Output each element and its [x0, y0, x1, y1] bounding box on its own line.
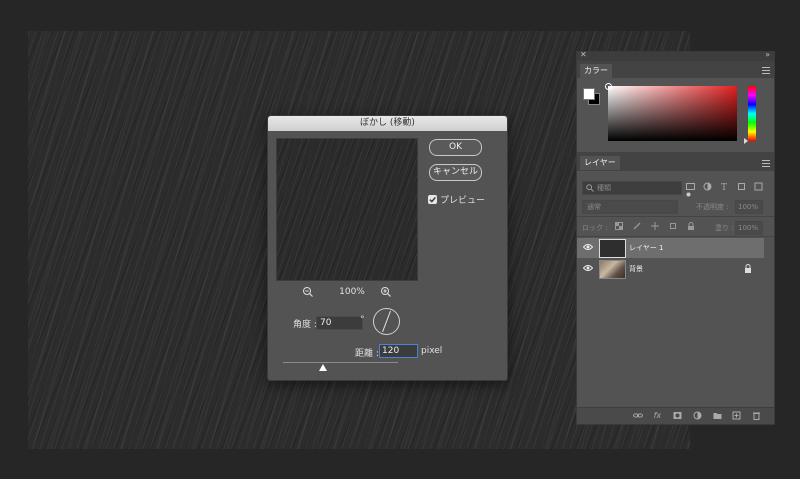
lock-position-icon[interactable]	[650, 222, 659, 230]
lock-artboard-icon[interactable]	[669, 222, 677, 230]
close-icon[interactable]: ✕	[580, 50, 587, 59]
type-filter-icon[interactable]: T	[720, 182, 729, 193]
distance-field[interactable]: 120	[379, 344, 418, 358]
panel-menu-icon[interactable]	[762, 67, 770, 74]
hue-slider[interactable]	[748, 86, 756, 141]
layer-name[interactable]: レイヤー 1	[629, 243, 663, 253]
foreground-swatch[interactable]	[583, 88, 595, 100]
zoom-level: 100%	[339, 287, 365, 297]
folder-icon[interactable]	[713, 411, 722, 420]
cancel-button[interactable]: キャンセル	[429, 164, 482, 181]
link-layers-icon[interactable]	[633, 411, 643, 420]
layer-row[interactable]: レイヤー 1	[577, 238, 764, 258]
blur-preview[interactable]	[276, 138, 418, 281]
angle-dial[interactable]	[373, 308, 400, 335]
distance-slider-track[interactable]	[283, 362, 398, 363]
filter-kind-label: 種類	[597, 184, 611, 192]
tab-layers[interactable]: レイヤー	[580, 156, 620, 170]
panel-dock: ✕ » カラー レイヤー 種類 T 通常 不透明度: 100% ロック: 塗…	[576, 50, 775, 425]
filter-icons: T	[686, 182, 770, 202]
motion-blur-dialog: ぼかし (移動) 100% OK キャンセル プレビュー 角度 : 70 ° 距…	[267, 115, 508, 381]
layer-thumbnail	[599, 260, 626, 279]
blend-mode-select[interactable]: 通常	[582, 200, 678, 214]
angle-label: 角度 :	[293, 320, 317, 330]
new-layer-icon[interactable]	[732, 411, 741, 420]
distance-label: 距離 :	[355, 349, 379, 359]
tab-color[interactable]: カラー	[580, 64, 612, 78]
ok-button[interactable]: OK	[429, 139, 482, 156]
lock-icons	[615, 222, 702, 232]
lock-transparency-icon[interactable]	[615, 222, 623, 230]
adjustment-layer-icon[interactable]	[693, 411, 702, 420]
angle-unit: °	[360, 315, 365, 325]
smart-object-filter-icon[interactable]	[754, 182, 763, 191]
preview-label: プレビュー	[440, 196, 486, 206]
dialog-title: ぼかし (移動)	[268, 116, 507, 131]
blend-row: 通常 不透明度 : 100%	[582, 200, 770, 214]
adjustment-filter-icon[interactable]	[703, 182, 712, 191]
svg-text:T: T	[721, 183, 727, 191]
preview-checkbox[interactable]	[428, 195, 437, 204]
opacity-field[interactable]: 100%	[735, 200, 763, 214]
layer-name[interactable]: 背景	[629, 264, 643, 274]
pixel-filter-icon[interactable]	[686, 182, 695, 191]
add-mask-icon[interactable]	[673, 411, 682, 420]
shape-filter-icon[interactable]	[737, 182, 746, 191]
divider	[577, 216, 774, 217]
distance-slider-thumb[interactable]	[319, 364, 328, 371]
layer-filter-row: 種類 T	[582, 181, 770, 197]
search-icon	[586, 184, 594, 192]
zoom-controls: 100%	[300, 286, 400, 300]
fill-field[interactable]: 100%	[735, 221, 763, 235]
collapse-icon[interactable]: »	[765, 50, 770, 59]
opacity-label: 不透明度 :	[696, 203, 729, 211]
zoom-out-icon[interactable]	[302, 286, 314, 298]
panel-topbar: ✕ »	[577, 50, 774, 61]
preview-toggle[interactable]: プレビュー	[428, 193, 486, 206]
eye-icon[interactable]	[582, 243, 594, 254]
angle-needle-icon	[382, 310, 391, 333]
eye-icon[interactable]	[582, 264, 594, 275]
divider	[577, 236, 774, 237]
layer-kind-filter[interactable]: 種類	[582, 181, 682, 195]
distance-unit: pixel	[421, 346, 443, 356]
trash-icon[interactable]	[752, 411, 761, 420]
zoom-in-icon[interactable]	[380, 286, 392, 298]
panel-menu-icon[interactable]	[762, 160, 770, 167]
layers-tabbar: レイヤー	[577, 152, 774, 171]
color-field[interactable]	[605, 83, 737, 141]
lock-icon	[744, 264, 752, 276]
lock-paint-icon[interactable]	[633, 222, 641, 230]
fill-label: 塗り :	[715, 224, 734, 232]
lock-label: ロック :	[582, 224, 608, 232]
layer-thumbnail	[599, 239, 626, 258]
layer-style-icon[interactable]: fx	[653, 411, 662, 420]
hue-marker-icon[interactable]	[744, 138, 748, 144]
color-tabbar: カラー	[577, 61, 774, 78]
color-picker-ring[interactable]	[605, 83, 612, 90]
layer-row[interactable]: 背景	[577, 259, 764, 279]
color-panel	[577, 78, 774, 152]
lock-row: ロック : 塗り : 100%	[582, 221, 770, 235]
layers-footer: fx	[577, 407, 774, 424]
angle-field[interactable]: 70	[316, 316, 363, 330]
checkmark-icon	[429, 196, 436, 203]
footer-icons: fx	[633, 411, 769, 421]
lock-all-icon[interactable]	[687, 222, 695, 230]
